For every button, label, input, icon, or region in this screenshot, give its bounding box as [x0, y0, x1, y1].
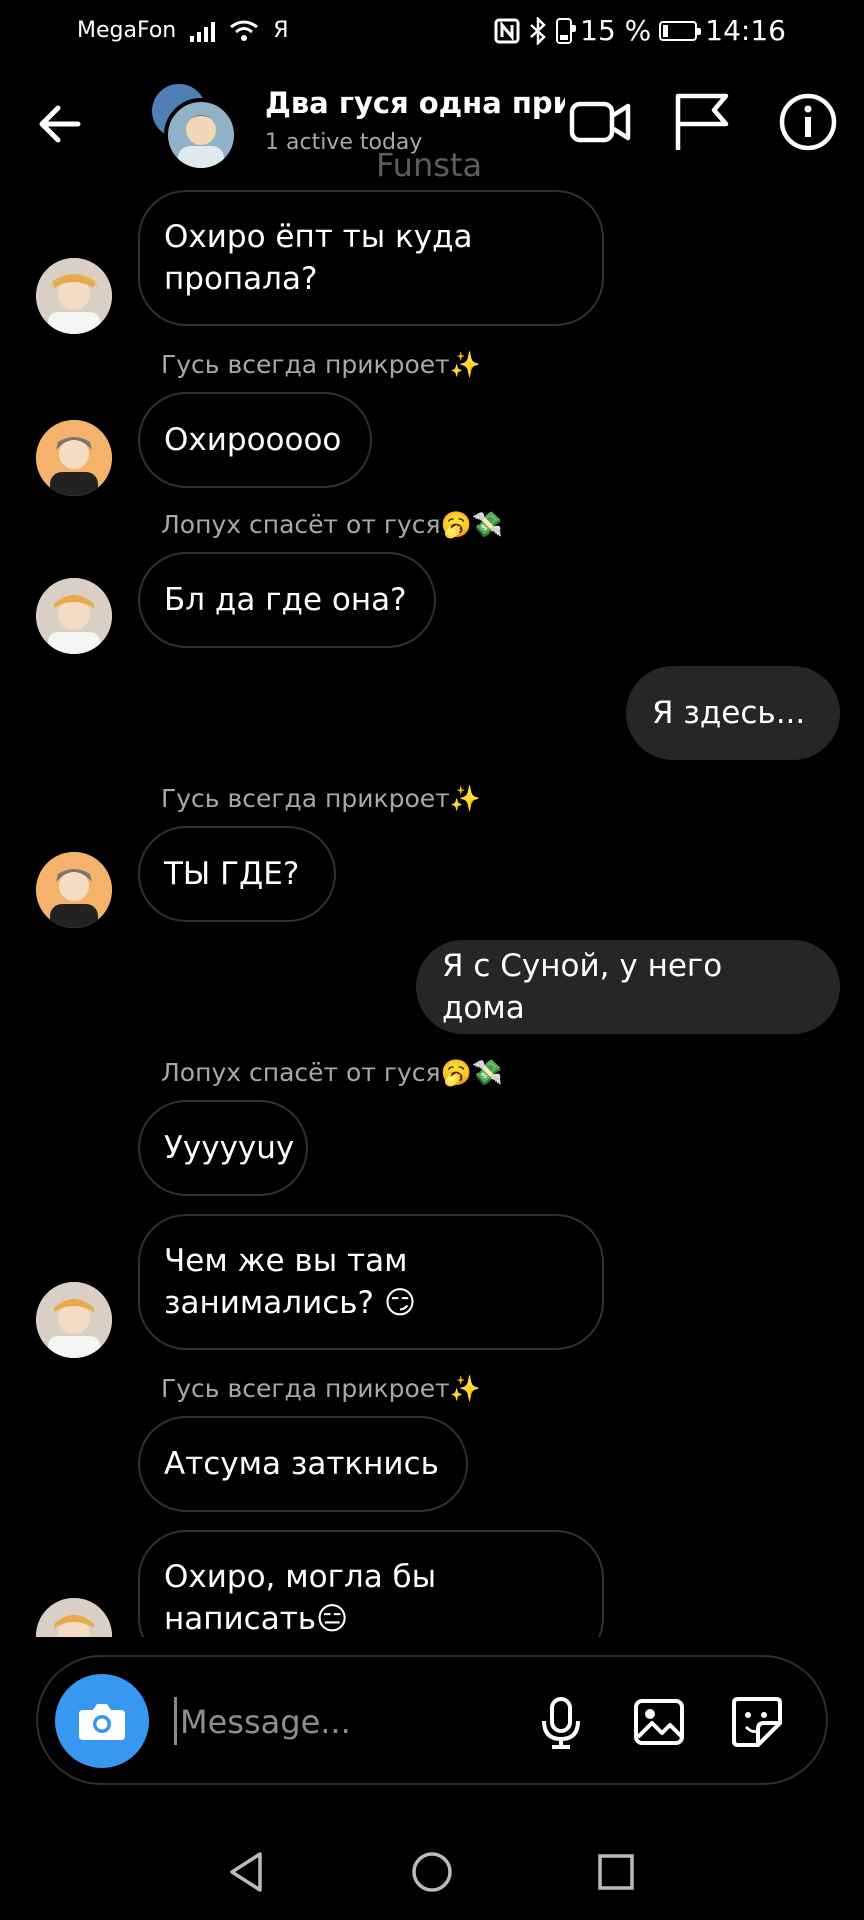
message-bubble[interactable]: Атсума заткнись — [138, 1416, 468, 1512]
wifi-icon — [230, 20, 259, 41]
message-bubble[interactable]: Уууууuу — [138, 1100, 308, 1196]
sender-name: Гусь всегда прикроет✨ — [161, 1374, 481, 1403]
message-input[interactable] — [178, 1693, 512, 1751]
clock: 14:16 — [705, 14, 786, 47]
avatar[interactable] — [36, 578, 112, 654]
avatar[interactable] — [36, 1598, 112, 1637]
status-bar: MegaFon Я 15 % 14:16 — [0, 0, 864, 62]
sender-name: Лопух спасёт от гуся🥱💸 — [161, 510, 503, 539]
sender-name: Гусь всегда прикроет✨ — [161, 350, 481, 379]
message-text: Я здесь... — [652, 695, 806, 731]
member-avatar — [164, 98, 238, 172]
avatar[interactable] — [36, 852, 112, 928]
nfc-icon — [494, 18, 520, 43]
gallery-icon[interactable] — [630, 1693, 688, 1751]
nav-recents-icon[interactable] — [592, 1848, 640, 1896]
message-composer — [36, 1655, 828, 1785]
carrier-name: MegaFon — [77, 18, 177, 43]
chat-title[interactable]: Два гуся одна при... — [265, 86, 565, 120]
system-nav-bar — [0, 1820, 864, 1920]
avatar[interactable] — [36, 420, 112, 496]
message-text: Уууууuу — [164, 1130, 295, 1166]
watermark: Funsta — [376, 146, 483, 184]
message-text: Охирооооо — [164, 422, 342, 458]
back-arrow-icon[interactable] — [28, 92, 92, 156]
message-text: Я с Суной, у него дома — [442, 948, 723, 1026]
battery-percent: 15 % — [580, 14, 652, 47]
text-caret — [174, 1697, 177, 1745]
sender-name: Лопух спасёт от гуся🥱💸 — [161, 1058, 503, 1087]
camera-button[interactable] — [55, 1674, 149, 1768]
nav-home-icon[interactable] — [408, 1848, 456, 1896]
message-thread[interactable]: Охиро ёпт ты куда пропала? Гусь всегда пр… — [0, 182, 864, 1637]
carrier-secondary: Я — [273, 18, 289, 43]
nav-back-icon[interactable] — [224, 1848, 272, 1896]
flag-icon[interactable] — [668, 88, 736, 156]
message-bubble-mine[interactable]: Я здесь... — [626, 666, 840, 760]
bluetooth-icon — [530, 16, 546, 45]
status-left: MegaFon Я — [77, 18, 289, 43]
message-bubble[interactable]: Охирооооо — [138, 392, 372, 488]
message-text: написать😑 — [164, 1601, 349, 1637]
message-text: Атсума заткнись — [164, 1446, 439, 1482]
message-bubble[interactable]: Охиро, могла бы написать😑 — [138, 1530, 604, 1637]
battery-icon — [556, 17, 577, 44]
message-text: Охиро, могла бы — [164, 1559, 437, 1595]
avatar[interactable] — [36, 258, 112, 334]
chat-header: Два гуся одна при... 1 active today Funs… — [0, 62, 864, 184]
charging-icon — [659, 20, 702, 41]
microphone-icon[interactable] — [532, 1693, 590, 1751]
message-bubble[interactable]: ТЫ ГДЕ? — [138, 826, 336, 922]
message-text: Чем же вы там — [164, 1243, 408, 1279]
info-icon[interactable] — [774, 88, 842, 156]
message-text: пропала? — [164, 261, 318, 297]
message-bubble[interactable]: Чем же вы там занимались? 😏 — [138, 1214, 604, 1350]
message-text: ТЫ ГДЕ? — [164, 856, 300, 892]
message-bubble[interactable]: Охиро ёпт ты куда пропала? — [138, 190, 604, 326]
message-text: занимались? 😏 — [164, 1285, 417, 1321]
avatar[interactable] — [36, 1282, 112, 1358]
group-avatar[interactable] — [148, 82, 238, 172]
message-bubble[interactable]: Бл да где она? — [138, 552, 436, 648]
sender-name: Гусь всегда прикроет✨ — [161, 784, 481, 813]
sticker-icon[interactable] — [728, 1693, 786, 1751]
camera-icon — [79, 1704, 125, 1740]
message-bubble-mine[interactable]: Я с Суной, у него дома — [416, 940, 840, 1034]
message-text: Охиро ёпт ты куда — [164, 219, 473, 255]
video-call-icon[interactable] — [566, 88, 634, 156]
message-text: Бл да где она? — [164, 582, 407, 618]
signal-icon — [190, 20, 216, 42]
status-right: 15 % 14:16 — [494, 14, 786, 47]
